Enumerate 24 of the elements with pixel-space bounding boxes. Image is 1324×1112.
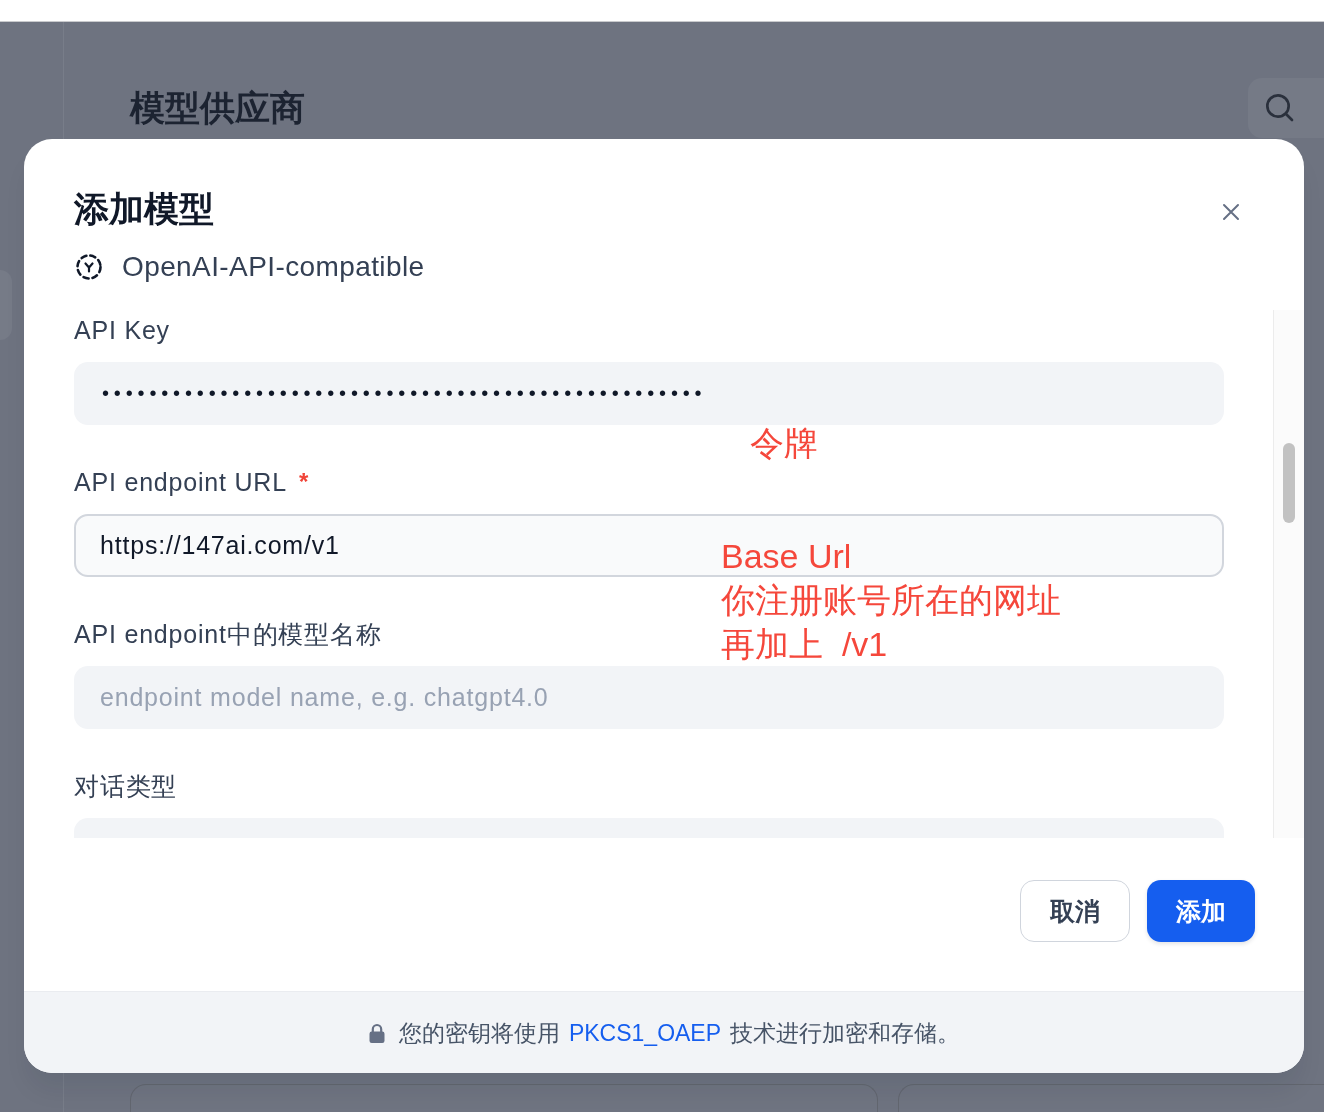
annotation-text: Base Url <box>721 536 853 577</box>
annotation-text: 再加上 /v1 <box>721 624 889 665</box>
field-label: API endpoint URL <box>74 467 287 498</box>
annotation-text: 令牌 <box>750 423 818 464</box>
input-field[interactable]: endpoint model name, e.g. chatgpt4.0 <box>74 666 1224 729</box>
search-field[interactable] <box>1248 78 1324 138</box>
field-label: 对话类型 <box>74 771 178 802</box>
password-field[interactable]: ••••••••••••••••••••••••••••••••••••••••••••••••••• <box>74 362 1224 425</box>
page-heading: 模型供应商 <box>130 87 305 129</box>
close-icon <box>1222 203 1240 221</box>
encryption-method-link[interactable]: PKCS1_OAEP <box>568 1019 722 1046</box>
scrollbar-thumb[interactable] <box>1283 443 1295 523</box>
provider-name: OpenAI-API-compatible <box>122 250 425 284</box>
cancel-button[interactable]: 取消 <box>1020 880 1130 942</box>
search-icon <box>1266 94 1294 122</box>
dashed-circle-icon <box>75 253 103 281</box>
field-label: API Key <box>74 315 170 346</box>
lock-icon <box>367 1022 386 1043</box>
dialog-title: 添加模型 <box>74 188 215 230</box>
required-mark: * <box>298 467 309 497</box>
add-button[interactable]: 添加 <box>1147 880 1255 942</box>
encryption-notice: 您的密钥将使用 PKCS1_OAEP 技术进行加密和存储。 <box>398 1018 961 1048</box>
field-label: API endpoint中的模型名称 <box>74 619 382 650</box>
annotation-text: 你注册账号所在的网址 <box>721 580 1061 621</box>
